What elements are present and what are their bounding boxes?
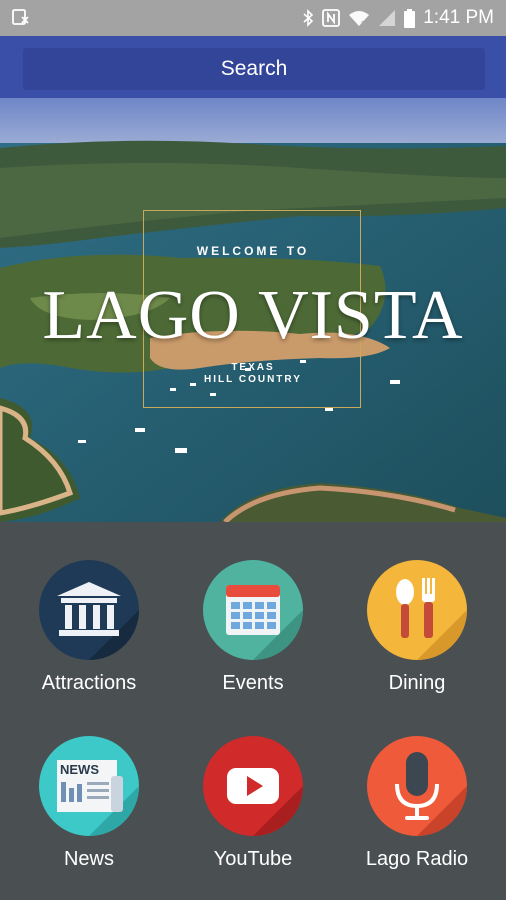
youtube-play-icon — [203, 736, 303, 836]
menu-item-events[interactable]: Events — [169, 522, 337, 694]
battery-icon — [404, 8, 416, 28]
museum-building-icon — [39, 560, 139, 660]
menu-label: Dining — [388, 672, 446, 694]
nfc-icon — [322, 9, 341, 27]
search-button[interactable]: Search — [23, 48, 485, 90]
hero-subtitle-line2: HILL COUNTRY — [204, 374, 302, 385]
menu-label: Events — [222, 672, 284, 694]
search-label: Search — [220, 57, 288, 80]
menu-label: Attractions — [41, 672, 137, 694]
wifi-icon: ? — [349, 11, 370, 27]
cell-signal-icon — [379, 10, 396, 26]
fork-spoon-icon — [367, 560, 467, 660]
hero-title: LAGO VISTA — [42, 277, 464, 354]
svg-text:?: ? — [361, 21, 365, 27]
app-notification-icon — [12, 9, 29, 25]
menu-item-attractions[interactable]: Attractions — [5, 522, 173, 694]
svg-text:NEWS: NEWS — [60, 762, 99, 777]
menu-item-news[interactable]: NEWS News — [5, 698, 173, 870]
menu-label: Lago Radio — [365, 848, 469, 870]
microphone-icon — [367, 736, 467, 836]
hero-subtitle-line1: TEXAS — [231, 362, 275, 373]
menu-label: News — [63, 848, 114, 870]
welcome-text: WELCOME TO — [196, 244, 310, 258]
status-time: 1:41 PM — [423, 7, 494, 28]
hero-banner: WELCOME TO LAGO VISTA TEXAS HILL COUNTRY — [0, 98, 506, 522]
newspaper-icon: NEWS — [39, 736, 139, 836]
menu-label: YouTube — [213, 848, 293, 870]
menu-item-lago-radio[interactable]: Lago Radio — [333, 698, 501, 870]
menu-item-dining[interactable]: Dining — [333, 522, 501, 694]
menu-grid: Attractions Events Dining NEWS News YouT… — [0, 522, 506, 900]
menu-item-youtube[interactable]: YouTube — [169, 698, 337, 870]
calendar-icon — [203, 560, 303, 660]
status-bar: ? 1:41 PM — [0, 0, 506, 36]
search-header: Search — [0, 36, 506, 98]
bluetooth-icon — [303, 9, 314, 27]
